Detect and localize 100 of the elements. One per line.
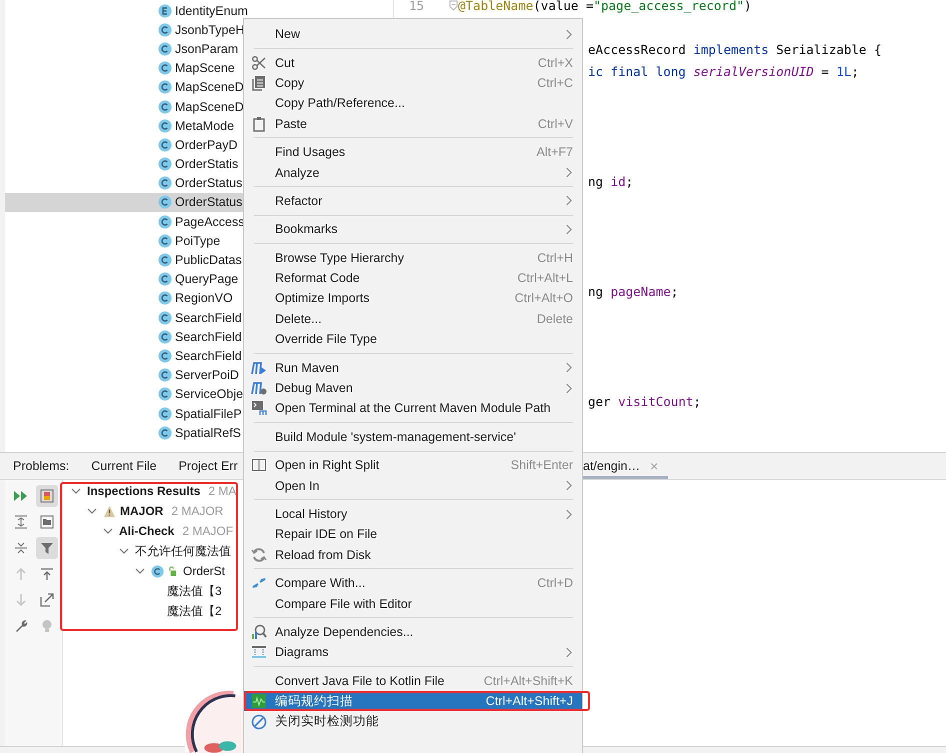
code-line: ng pageName; xyxy=(588,284,678,298)
file-name[interactable]: OrderStatis xyxy=(175,157,238,172)
menu-item[interactable]: Bookmarks xyxy=(244,219,582,240)
file-name[interactable]: OrderStatus xyxy=(175,176,242,190)
menu-item[interactable]: Analyze xyxy=(244,162,582,183)
file-name[interactable]: SpatialFileP xyxy=(175,406,242,421)
menu-item[interactable]: Refactor xyxy=(244,190,582,212)
file-name[interactable]: ServerPoiD xyxy=(175,368,239,382)
warning-icon xyxy=(103,504,116,518)
split-icon xyxy=(250,457,266,474)
file-name[interactable]: IdentityEnum xyxy=(175,4,248,18)
menu-item[interactable]: Diagrams xyxy=(244,642,582,663)
menu-item[interactable]: Open Terminal at the Current Maven Module Path xyxy=(244,398,582,419)
file-name[interactable]: PoiType xyxy=(175,234,220,248)
issue-count: 2 MA xyxy=(208,484,236,498)
menu-item[interactable]: Compare With... Ctrl+D xyxy=(244,572,582,594)
chevron-icon[interactable] xyxy=(71,486,81,496)
file-name[interactable]: MapSceneD xyxy=(175,100,244,114)
menu-item[interactable]: New xyxy=(244,24,582,44)
tree-node[interactable]: OrderSt xyxy=(183,564,226,578)
class-icon xyxy=(158,426,172,440)
maven-debug-icon xyxy=(250,380,266,396)
file-name[interactable]: QueryPage xyxy=(175,272,238,286)
code-line: ng id; xyxy=(588,174,634,188)
menu-item[interactable]: Open In xyxy=(244,475,582,496)
menu-item[interactable]: Repair IDE on File xyxy=(244,524,582,545)
menu-item[interactable]: Reload from Disk xyxy=(244,544,582,565)
menu-item[interactable]: Browse Type Hierarchy Ctrl+H xyxy=(244,248,582,268)
class-icon xyxy=(158,234,172,248)
maven-run-icon xyxy=(250,360,266,376)
tree-node[interactable]: 魔法值【2 xyxy=(167,602,222,620)
class-icon xyxy=(158,330,172,344)
scissors-icon xyxy=(250,54,266,71)
tree-node[interactable]: Inspections Results xyxy=(87,484,200,498)
filter-icon[interactable] xyxy=(36,537,58,559)
menu-item[interactable]: Delete... Delete xyxy=(244,308,582,330)
file-name[interactable]: PageAccess xyxy=(175,214,244,229)
class-icon xyxy=(158,291,172,306)
code-line: ic final long serialVersionUID = 1L; xyxy=(588,64,859,78)
tree-node[interactable]: 魔法值【3 xyxy=(167,582,222,600)
reload-icon xyxy=(250,546,266,563)
menu-item[interactable]: Copy Path/Reference... xyxy=(244,93,582,114)
menu-item[interactable]: Local History xyxy=(244,504,582,524)
severity-icon[interactable] xyxy=(36,485,58,507)
file-name[interactable]: JsonParam xyxy=(175,42,238,56)
class-icon xyxy=(151,564,164,578)
class-icon xyxy=(158,118,172,133)
file-name[interactable]: SpatialRefS xyxy=(175,426,242,440)
file-name[interactable]: MapSceneD xyxy=(175,80,244,94)
file-name[interactable]: MapScene xyxy=(175,61,235,76)
menu-item[interactable]: Override File Type xyxy=(244,329,582,350)
fold-icon[interactable] xyxy=(449,0,458,10)
file-name[interactable]: RegionVO xyxy=(175,291,233,306)
file-name[interactable]: MetaMode xyxy=(175,118,234,133)
panel-tab[interactable]: Project Err xyxy=(178,453,238,479)
issue-count: 2 MAJOF xyxy=(182,524,234,538)
file-name[interactable]: ServiceObje xyxy=(175,387,244,402)
file-name[interactable]: PublicDatas xyxy=(175,253,242,268)
chevron-icon[interactable] xyxy=(135,566,145,576)
menu-item[interactable]: Debug Maven xyxy=(244,378,582,398)
tree-node[interactable]: Ali-Check xyxy=(119,524,174,538)
class-icon xyxy=(158,22,172,37)
file-name[interactable]: JsonbTypeH xyxy=(175,22,244,37)
tree-node[interactable]: MAJOR xyxy=(120,504,164,518)
class-icon xyxy=(158,310,172,325)
menu-item[interactable]: Cut Ctrl+X xyxy=(244,52,582,73)
file-name[interactable]: SearchField xyxy=(175,310,242,325)
chevron-icon[interactable] xyxy=(87,506,97,516)
menu-item[interactable]: Build Module 'system-management-service' xyxy=(244,426,582,448)
menu-item[interactable]: Optimize Imports Ctrl+Alt+O xyxy=(244,288,582,309)
menu-item[interactable]: Paste Ctrl+V xyxy=(244,114,582,134)
file-name[interactable]: OrderPayD xyxy=(175,138,238,152)
diagrams-icon xyxy=(250,644,266,660)
menu-item[interactable]: Open in Right Split Shift+Enter xyxy=(244,455,582,476)
file-name[interactable]: SearchField xyxy=(175,348,242,363)
tree-node[interactable]: 不允许任何魔法值 xyxy=(135,542,231,560)
code-line: @TableName(value ="page_access_record") xyxy=(458,0,752,12)
class-icon xyxy=(158,253,172,268)
menu-item[interactable]: Copy Ctrl+C xyxy=(244,72,582,94)
menu-item[interactable]: 关闭实时检测功能 xyxy=(244,711,582,732)
terminal-icon xyxy=(250,400,266,416)
class-icon xyxy=(158,387,172,402)
menu-item[interactable]: Find Usages Alt+F7 xyxy=(244,142,582,162)
lock-icon xyxy=(168,566,177,576)
menu-item[interactable]: Convert Java File to Kotlin File Ctrl+Alt+Shift+K xyxy=(244,670,582,691)
menu-item[interactable]: Run Maven xyxy=(244,357,582,378)
menu-item[interactable]: Analyze Dependencies... xyxy=(244,622,582,642)
enum-icon xyxy=(158,4,172,18)
file-name[interactable]: OrderStatus xyxy=(175,195,242,210)
paste-icon xyxy=(250,116,266,132)
class-icon xyxy=(158,214,172,229)
file-name[interactable]: SearchField xyxy=(175,330,242,344)
class-icon xyxy=(158,176,172,190)
class-icon xyxy=(158,195,172,210)
panel-tab[interactable]: Current File xyxy=(91,453,157,479)
menu-item[interactable]: Reformat Code Ctrl+Alt+L xyxy=(244,268,582,288)
class-icon xyxy=(158,138,172,152)
chevron-icon[interactable] xyxy=(103,526,113,536)
menu-item[interactable]: Compare File with Editor xyxy=(244,593,582,614)
chevron-icon[interactable] xyxy=(119,546,129,556)
